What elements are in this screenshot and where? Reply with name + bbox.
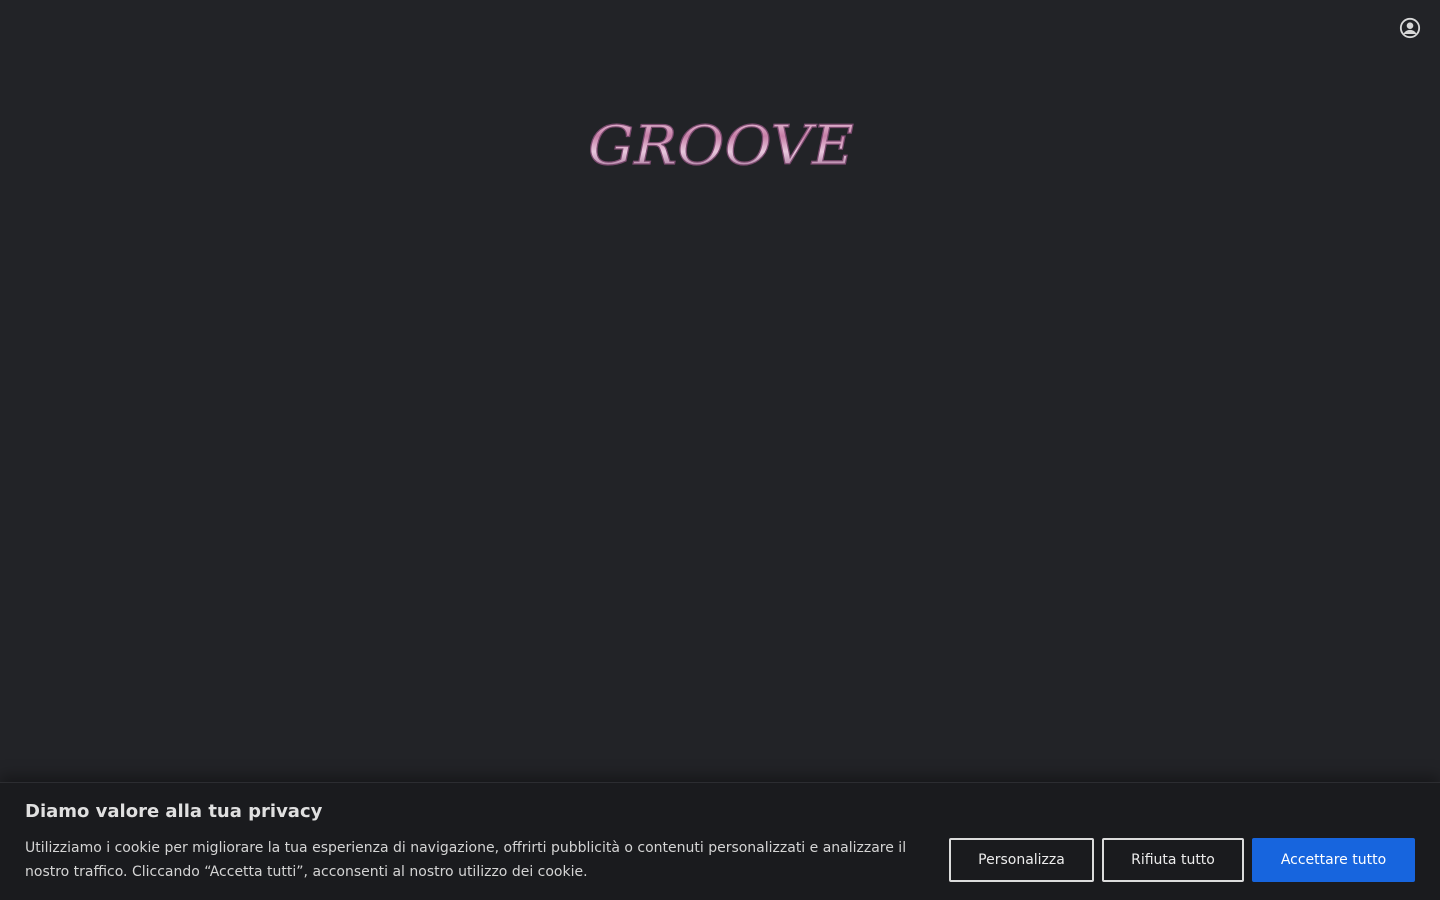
customize-button[interactable]: Personalizza <box>949 838 1094 882</box>
page: GROOVE Diamo valore alla tua privacy Uti… <box>0 0 1440 900</box>
groove-logo: GROOVE <box>587 113 854 177</box>
accept-all-button[interactable]: Accettare tutto <box>1252 838 1415 882</box>
cookie-banner-text: Utilizziamo i cookie per migliorare la t… <box>25 840 907 880</box>
user-circle-icon <box>1399 17 1421 39</box>
reject-all-button[interactable]: Rifiuta tutto <box>1102 838 1244 882</box>
logo-text: GROOVE <box>588 114 854 177</box>
cookie-banner-title: Diamo valore alla tua privacy <box>25 801 323 822</box>
cookie-banner: Diamo valore alla tua privacy Utilizziam… <box>0 782 1440 900</box>
account-button[interactable] <box>1398 16 1422 40</box>
